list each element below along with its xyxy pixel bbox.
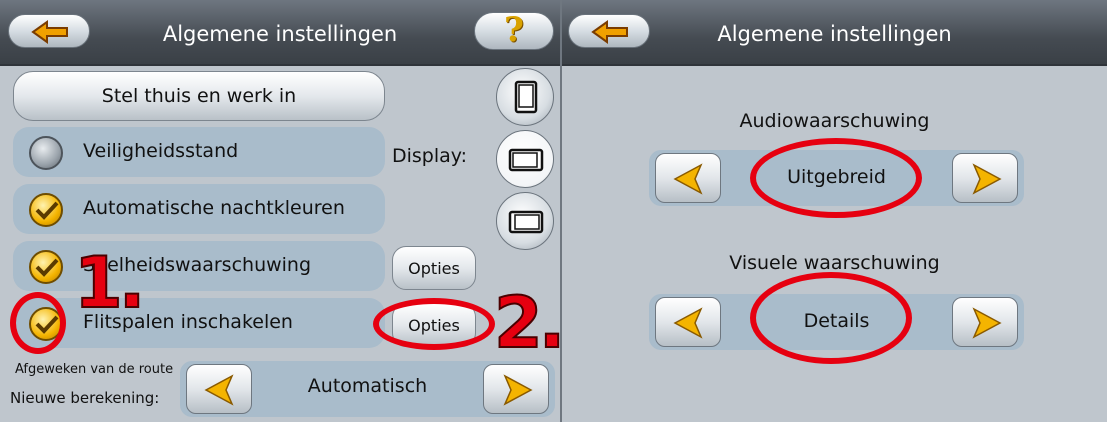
checkmark-icon <box>35 258 59 277</box>
setting-row-speed-warning[interactable]: Snelheidswaarschuwing <box>13 241 385 291</box>
help-button[interactable]: ? <box>474 10 554 50</box>
right-page-title: Algemene instellingen <box>717 22 952 46</box>
speed-warning-options-button[interactable]: Opties <box>392 246 476 290</box>
route-recalc-value: Automatisch <box>307 375 428 397</box>
right-screen: Algemene instellingen Audiowaarschuwing … <box>562 0 1107 422</box>
home-work-button[interactable]: Stel thuis en werk in <box>13 71 385 121</box>
display-landscape-alt-button[interactable] <box>496 192 554 250</box>
audio-next-button[interactable] <box>952 153 1018 203</box>
visual-next-button[interactable] <box>952 297 1018 347</box>
home-work-button-label: Stel thuis en werk in <box>101 85 297 107</box>
left-screen: Algemene instellingen ? Stel thuis en we… <box>0 0 560 422</box>
safety-mode-label: Veiligheidsstand <box>83 140 239 162</box>
annotation-step-2: 2. <box>493 281 560 365</box>
setting-row-safety-mode[interactable]: Veiligheidsstand <box>13 127 385 177</box>
arrow-left-icon <box>204 374 234 406</box>
display-label: Display: <box>392 145 468 167</box>
visual-prev-button[interactable] <box>655 297 721 347</box>
display-landscape-button[interactable] <box>496 130 554 188</box>
arrow-right-icon <box>972 163 1002 195</box>
route-recalc-selector: Automatisch <box>180 361 555 417</box>
route-label-line1: Afgeweken van de route <box>15 362 174 377</box>
audio-prev-button[interactable] <box>655 153 721 203</box>
right-title-bar: Algemene instellingen <box>562 0 1107 66</box>
annotation-circle-audio <box>750 138 922 218</box>
arrow-right-icon <box>972 307 1002 339</box>
portrait-screen-icon <box>514 80 538 114</box>
setting-row-night-colors[interactable]: Automatische nachtkleuren <box>13 184 385 234</box>
landscape-screen-icon <box>508 148 544 172</box>
annotation-circle-1 <box>10 292 66 354</box>
arrow-left-icon <box>673 307 703 339</box>
speed-warning-checkbox[interactable] <box>29 250 63 284</box>
night-colors-checkbox[interactable] <box>29 193 63 227</box>
arrow-left-icon <box>673 163 703 195</box>
annotation-circle-2 <box>373 298 495 350</box>
safety-mode-toggle[interactable] <box>29 136 63 170</box>
speed-warning-options-label: Opties <box>408 259 460 278</box>
visual-warning-label: Visuele waarschuwing <box>729 252 940 274</box>
help-icon: ? <box>504 10 524 50</box>
landscape-screen-alt-icon <box>508 210 544 234</box>
route-label-line2: Nieuwe berekening: <box>10 389 160 407</box>
display-portrait-button[interactable] <box>496 68 554 126</box>
annotation-circle-visual <box>750 272 912 364</box>
setting-row-speed-cameras[interactable]: Flitspalen inschakelen <box>13 298 385 348</box>
checkmark-icon <box>35 201 59 220</box>
left-title-bar: Algemene instellingen ? <box>0 0 560 66</box>
route-next-button[interactable] <box>483 364 549 414</box>
night-colors-label: Automatische nachtkleuren <box>83 197 345 219</box>
audio-warning-label: Audiowaarschuwing <box>739 110 930 132</box>
arrow-right-icon <box>503 374 533 406</box>
annotation-step-1: 1. <box>73 241 146 325</box>
route-prev-button[interactable] <box>186 364 252 414</box>
